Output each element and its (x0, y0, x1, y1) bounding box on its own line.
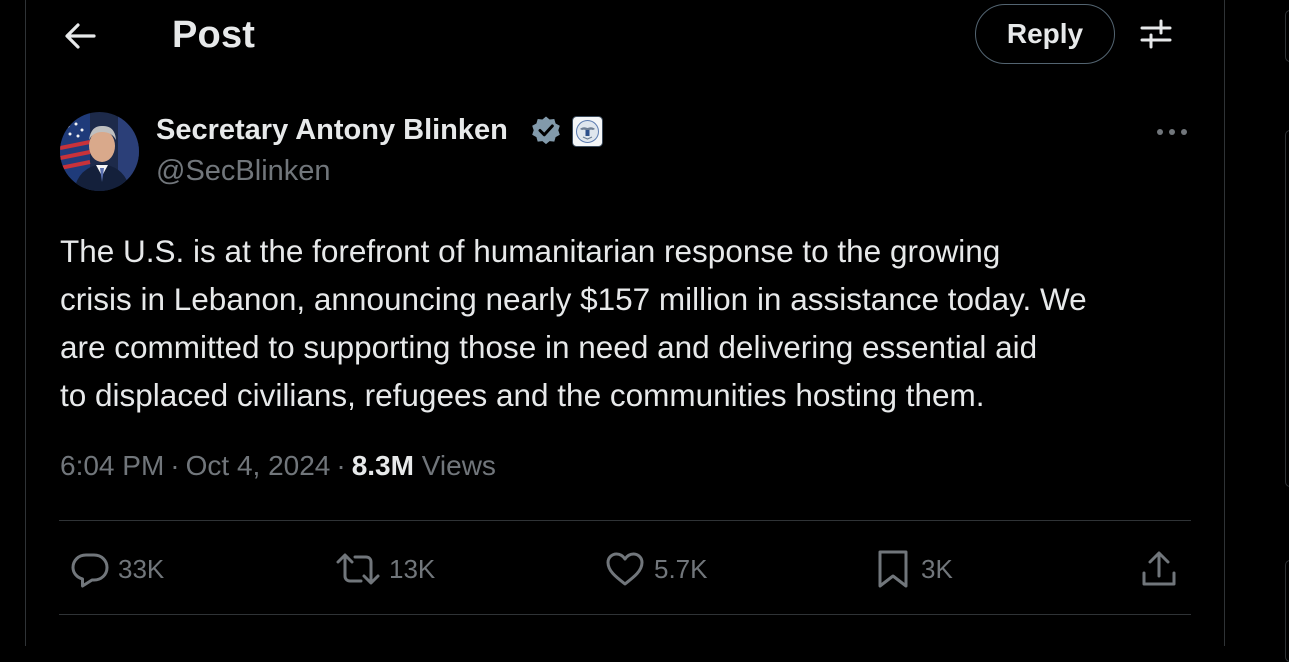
post-text-line: The U.S. is at the forefront of humanita… (60, 233, 1001, 269)
right-edge-panel (1281, 0, 1289, 662)
author-handle[interactable]: @SecBlinken (156, 155, 331, 188)
heart-icon (606, 552, 644, 586)
verified-badge-icon (532, 116, 560, 145)
post-text-line: to displaced civilians, refugees and the… (60, 377, 985, 413)
repost-count: 13K (389, 553, 436, 584)
more-options-button[interactable] (1152, 116, 1192, 148)
bookmark-count: 3K (921, 553, 953, 584)
bookmark-icon (878, 550, 908, 588)
post-text-line: are committed to supporting those in nee… (60, 329, 1038, 365)
divider-bottom (59, 614, 1191, 615)
state-department-seal-icon[interactable] (572, 116, 603, 147)
arrow-left-icon (65, 23, 96, 49)
sliders-icon (1140, 19, 1172, 49)
back-button[interactable] (56, 12, 104, 60)
post-date[interactable]: Oct 4, 2024 (186, 450, 331, 481)
like-count: 5.7K (654, 553, 708, 584)
edge-pill-bottom (1285, 560, 1289, 662)
author-name[interactable]: Secretary Antony Blinken (156, 114, 508, 147)
meta-separator: · (170, 450, 180, 481)
like-action[interactable]: 5.7K (604, 547, 708, 591)
post-meta: 6:04 PM · Oct 4, 2024 · 8.3M Views (60, 450, 496, 482)
more-horizontal-icon (1157, 129, 1187, 135)
edge-pill-top (1285, 10, 1289, 62)
divider-top (59, 520, 1191, 521)
reply-count: 33K (118, 553, 165, 584)
share-action[interactable] (1139, 547, 1187, 591)
repost-icon (336, 553, 380, 585)
meta-separator: · (336, 450, 346, 481)
settings-button[interactable] (1134, 12, 1178, 56)
bookmark-action[interactable]: 3K (873, 547, 953, 591)
page-title: Post (172, 14, 256, 56)
post-time[interactable]: 6:04 PM (60, 450, 164, 481)
share-upload-icon (1142, 551, 1176, 586)
reply-action[interactable]: 33K (70, 547, 164, 591)
repost-action[interactable]: 13K (335, 547, 435, 591)
views-count: 8.3M (351, 450, 414, 481)
reply-button[interactable]: Reply (975, 4, 1115, 64)
views-label: Views (421, 450, 496, 481)
post-text-line: crisis in Lebanon, announcing nearly $15… (60, 281, 1087, 317)
avatar-portrait-image (60, 112, 139, 191)
post-text: The U.S. is at the forefront of humanita… (60, 227, 1200, 419)
comment-bubble-icon (71, 553, 109, 588)
avatar[interactable] (60, 112, 139, 191)
edge-pill-middle (1285, 130, 1289, 487)
